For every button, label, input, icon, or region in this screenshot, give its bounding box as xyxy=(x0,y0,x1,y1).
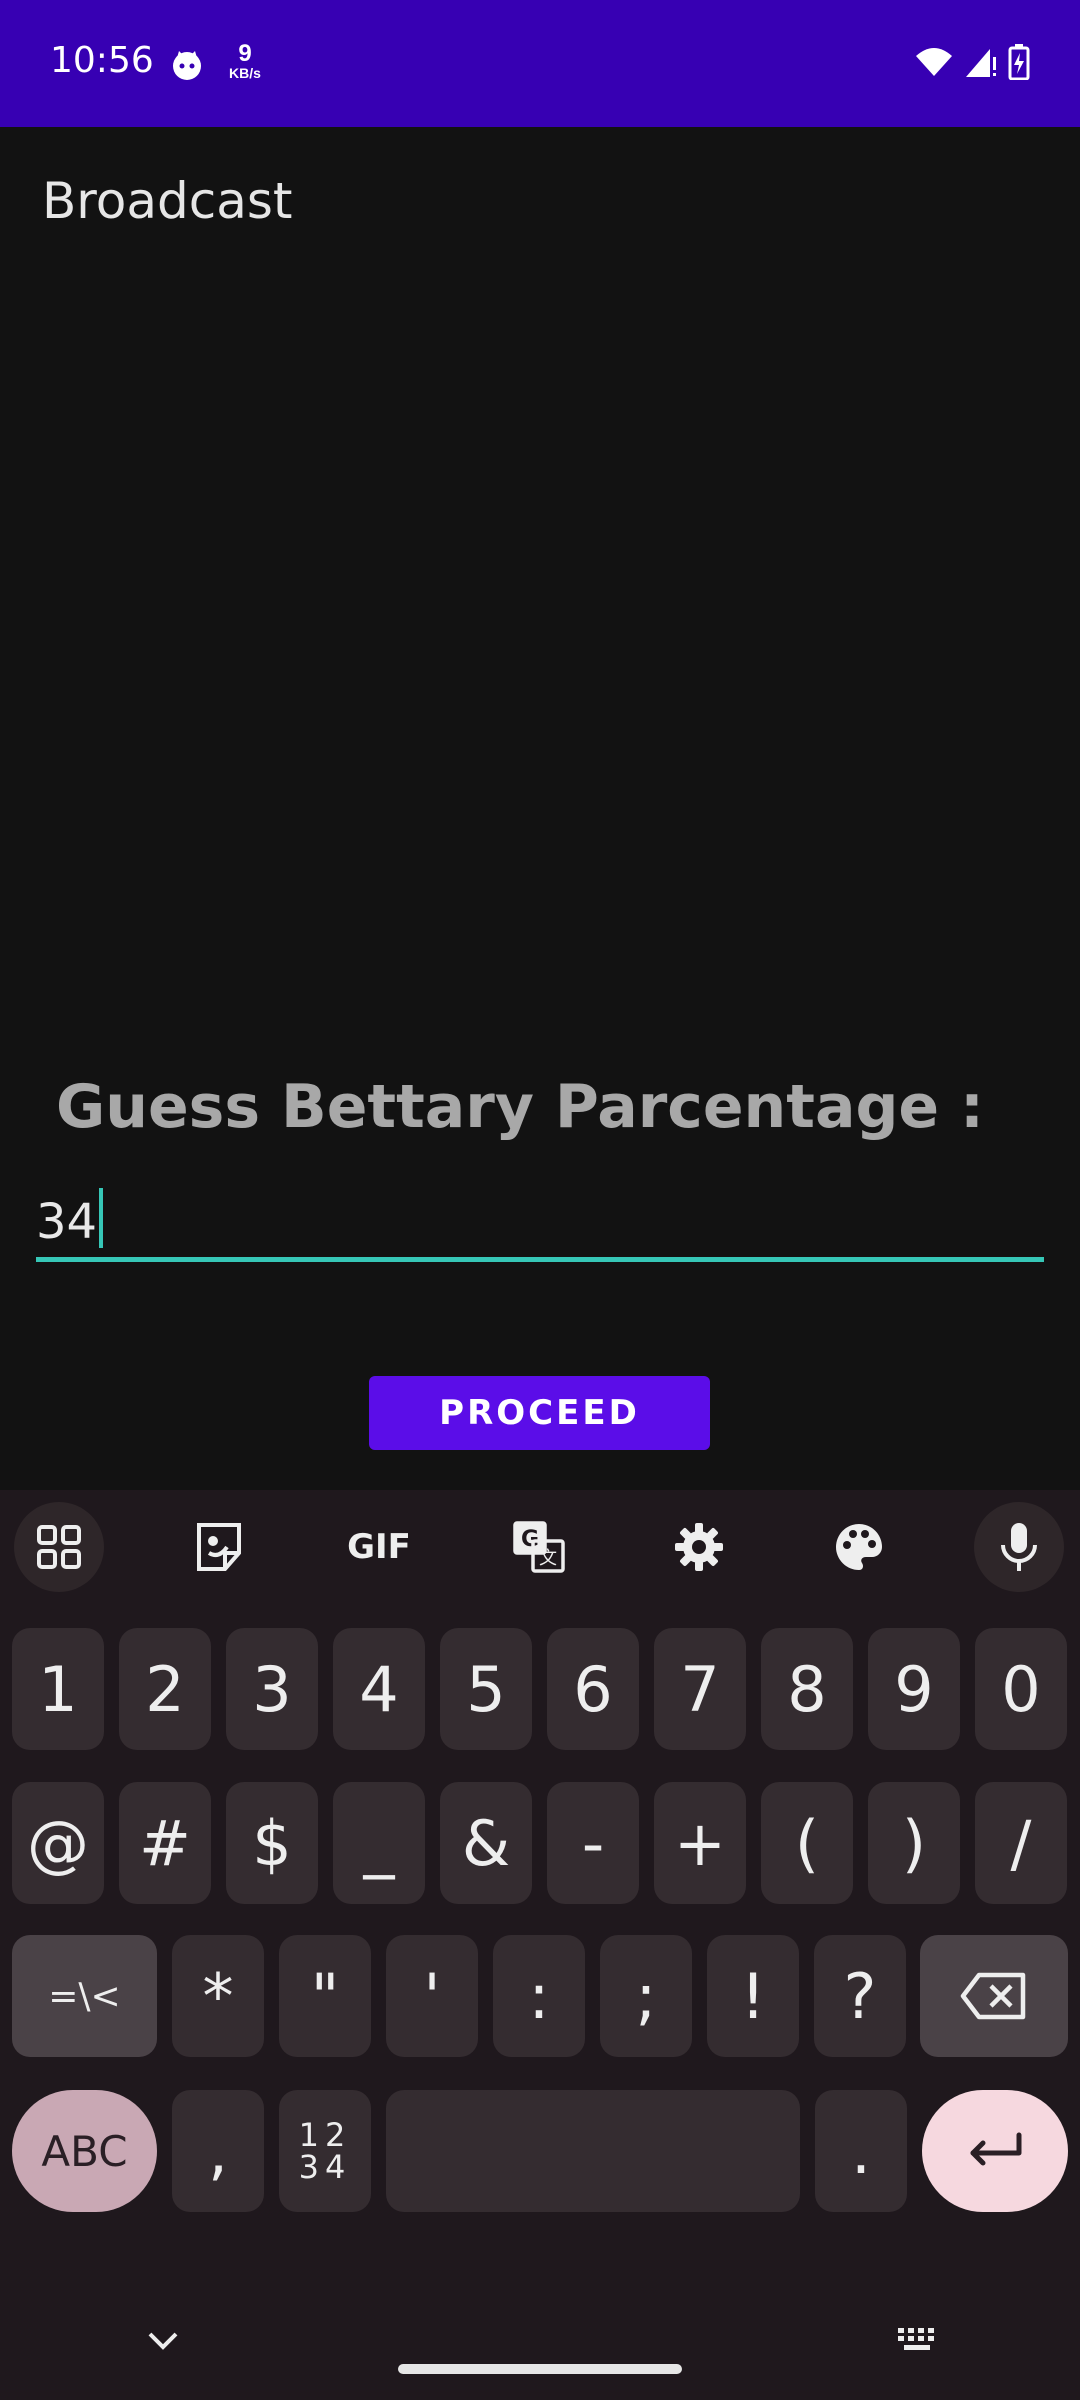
key-symbol-0[interactable]: @ xyxy=(12,1782,104,1904)
sticker-icon[interactable] xyxy=(174,1502,264,1592)
text-caret xyxy=(99,1188,104,1248)
battery-guess-value: 34 xyxy=(36,1194,98,1250)
status-time: 10:56 xyxy=(50,40,154,81)
key-symbol-6[interactable]: + xyxy=(654,1782,746,1904)
key-symbol-1[interactable]: # xyxy=(119,1782,211,1904)
keyboard-toolbar: GIF G 文 xyxy=(0,1490,1080,1606)
key-abc[interactable]: ABC xyxy=(12,2090,157,2212)
key-punct-0[interactable]: * xyxy=(172,1935,264,2057)
svg-text:文: 文 xyxy=(539,1548,557,1569)
app-title: Broadcast xyxy=(42,172,293,230)
key-digit-3[interactable]: 4 xyxy=(333,1628,425,1750)
hide-keyboard-chevron-icon[interactable] xyxy=(146,2330,180,2352)
key-digit-0[interactable]: 1 xyxy=(12,1628,104,1750)
key-punct-2[interactable]: ' xyxy=(386,1935,478,2057)
key-space[interactable] xyxy=(386,2090,800,2212)
cat-notification-icon xyxy=(173,51,201,80)
key-digit-5[interactable]: 6 xyxy=(547,1628,639,1750)
key-symbol-4[interactable]: & xyxy=(440,1782,532,1904)
key-symbol-3[interactable]: _ xyxy=(333,1782,425,1904)
key-punct-4[interactable]: ; xyxy=(600,1935,692,2057)
key-period[interactable]: . xyxy=(815,2090,907,2212)
key-digit-7[interactable]: 8 xyxy=(761,1628,853,1750)
key-symbol-2[interactable]: $ xyxy=(226,1782,318,1904)
network-speed-value: 9 xyxy=(238,40,252,67)
status-bar: 10:56 9 KB/s xyxy=(0,0,1080,127)
key-digit-8[interactable]: 9 xyxy=(868,1628,960,1750)
key-punct-6[interactable]: ? xyxy=(814,1935,906,2057)
key-comma[interactable]: , xyxy=(172,2090,264,2212)
key-enter[interactable] xyxy=(922,2090,1068,2212)
numpad-toggle-top: 12 xyxy=(298,2116,352,2154)
backspace-icon xyxy=(960,1972,1026,2020)
key-numpad-toggle[interactable]: 12 34 xyxy=(279,2090,371,2212)
key-punct-5[interactable]: ! xyxy=(707,1935,799,2057)
home-gesture-pill[interactable] xyxy=(398,2364,682,2374)
translate-icon[interactable]: G 文 xyxy=(494,1502,584,1592)
battery-guess-input[interactable]: 34 xyxy=(36,1170,1044,1262)
guess-prompt-label: Guess Bettary Parcentage : xyxy=(56,1072,984,1142)
keyboard-nav-bar xyxy=(0,2300,1080,2400)
keyboard-switch-icon[interactable] xyxy=(896,2326,940,2354)
apps-grid-icon[interactable] xyxy=(14,1502,104,1592)
key-digit-1[interactable]: 2 xyxy=(119,1628,211,1750)
network-speed-unit: KB/s xyxy=(229,65,261,81)
proceed-button[interactable]: PROCEED xyxy=(369,1376,710,1450)
key-punct-3[interactable]: : xyxy=(493,1935,585,2057)
key-punct-1[interactable]: " xyxy=(279,1935,371,2057)
key-backspace[interactable] xyxy=(920,1935,1068,2057)
battery-charging-icon xyxy=(1008,44,1030,80)
gif-button[interactable]: GIF xyxy=(334,1502,424,1592)
key-symbol-9[interactable]: / xyxy=(975,1782,1067,1904)
mic-icon[interactable] xyxy=(974,1502,1064,1592)
key-digit-9[interactable]: 0 xyxy=(975,1628,1067,1750)
key-digit-2[interactable]: 3 xyxy=(226,1628,318,1750)
key-symbol-5[interactable]: - xyxy=(547,1782,639,1904)
signal-icon xyxy=(966,49,996,77)
input-underline xyxy=(36,1257,1044,1262)
key-digit-4[interactable]: 5 xyxy=(440,1628,532,1750)
key-digit-6[interactable]: 7 xyxy=(654,1628,746,1750)
wifi-icon xyxy=(916,48,952,76)
key-symbol-8[interactable]: ) xyxy=(868,1782,960,1904)
key-symbol-7[interactable]: ( xyxy=(761,1782,853,1904)
key-more-symbols[interactable]: =\< xyxy=(12,1935,157,2057)
settings-icon[interactable] xyxy=(654,1502,744,1592)
soft-keyboard: GIF G 文 1 2 3 4 5 6 7 8 9 0 @ # $ _ & - … xyxy=(0,1490,1080,2400)
enter-icon xyxy=(970,2132,1022,2166)
numpad-toggle-bottom: 34 xyxy=(298,2148,352,2186)
network-speed: 9 KB/s xyxy=(222,40,268,81)
palette-icon[interactable] xyxy=(814,1502,904,1592)
